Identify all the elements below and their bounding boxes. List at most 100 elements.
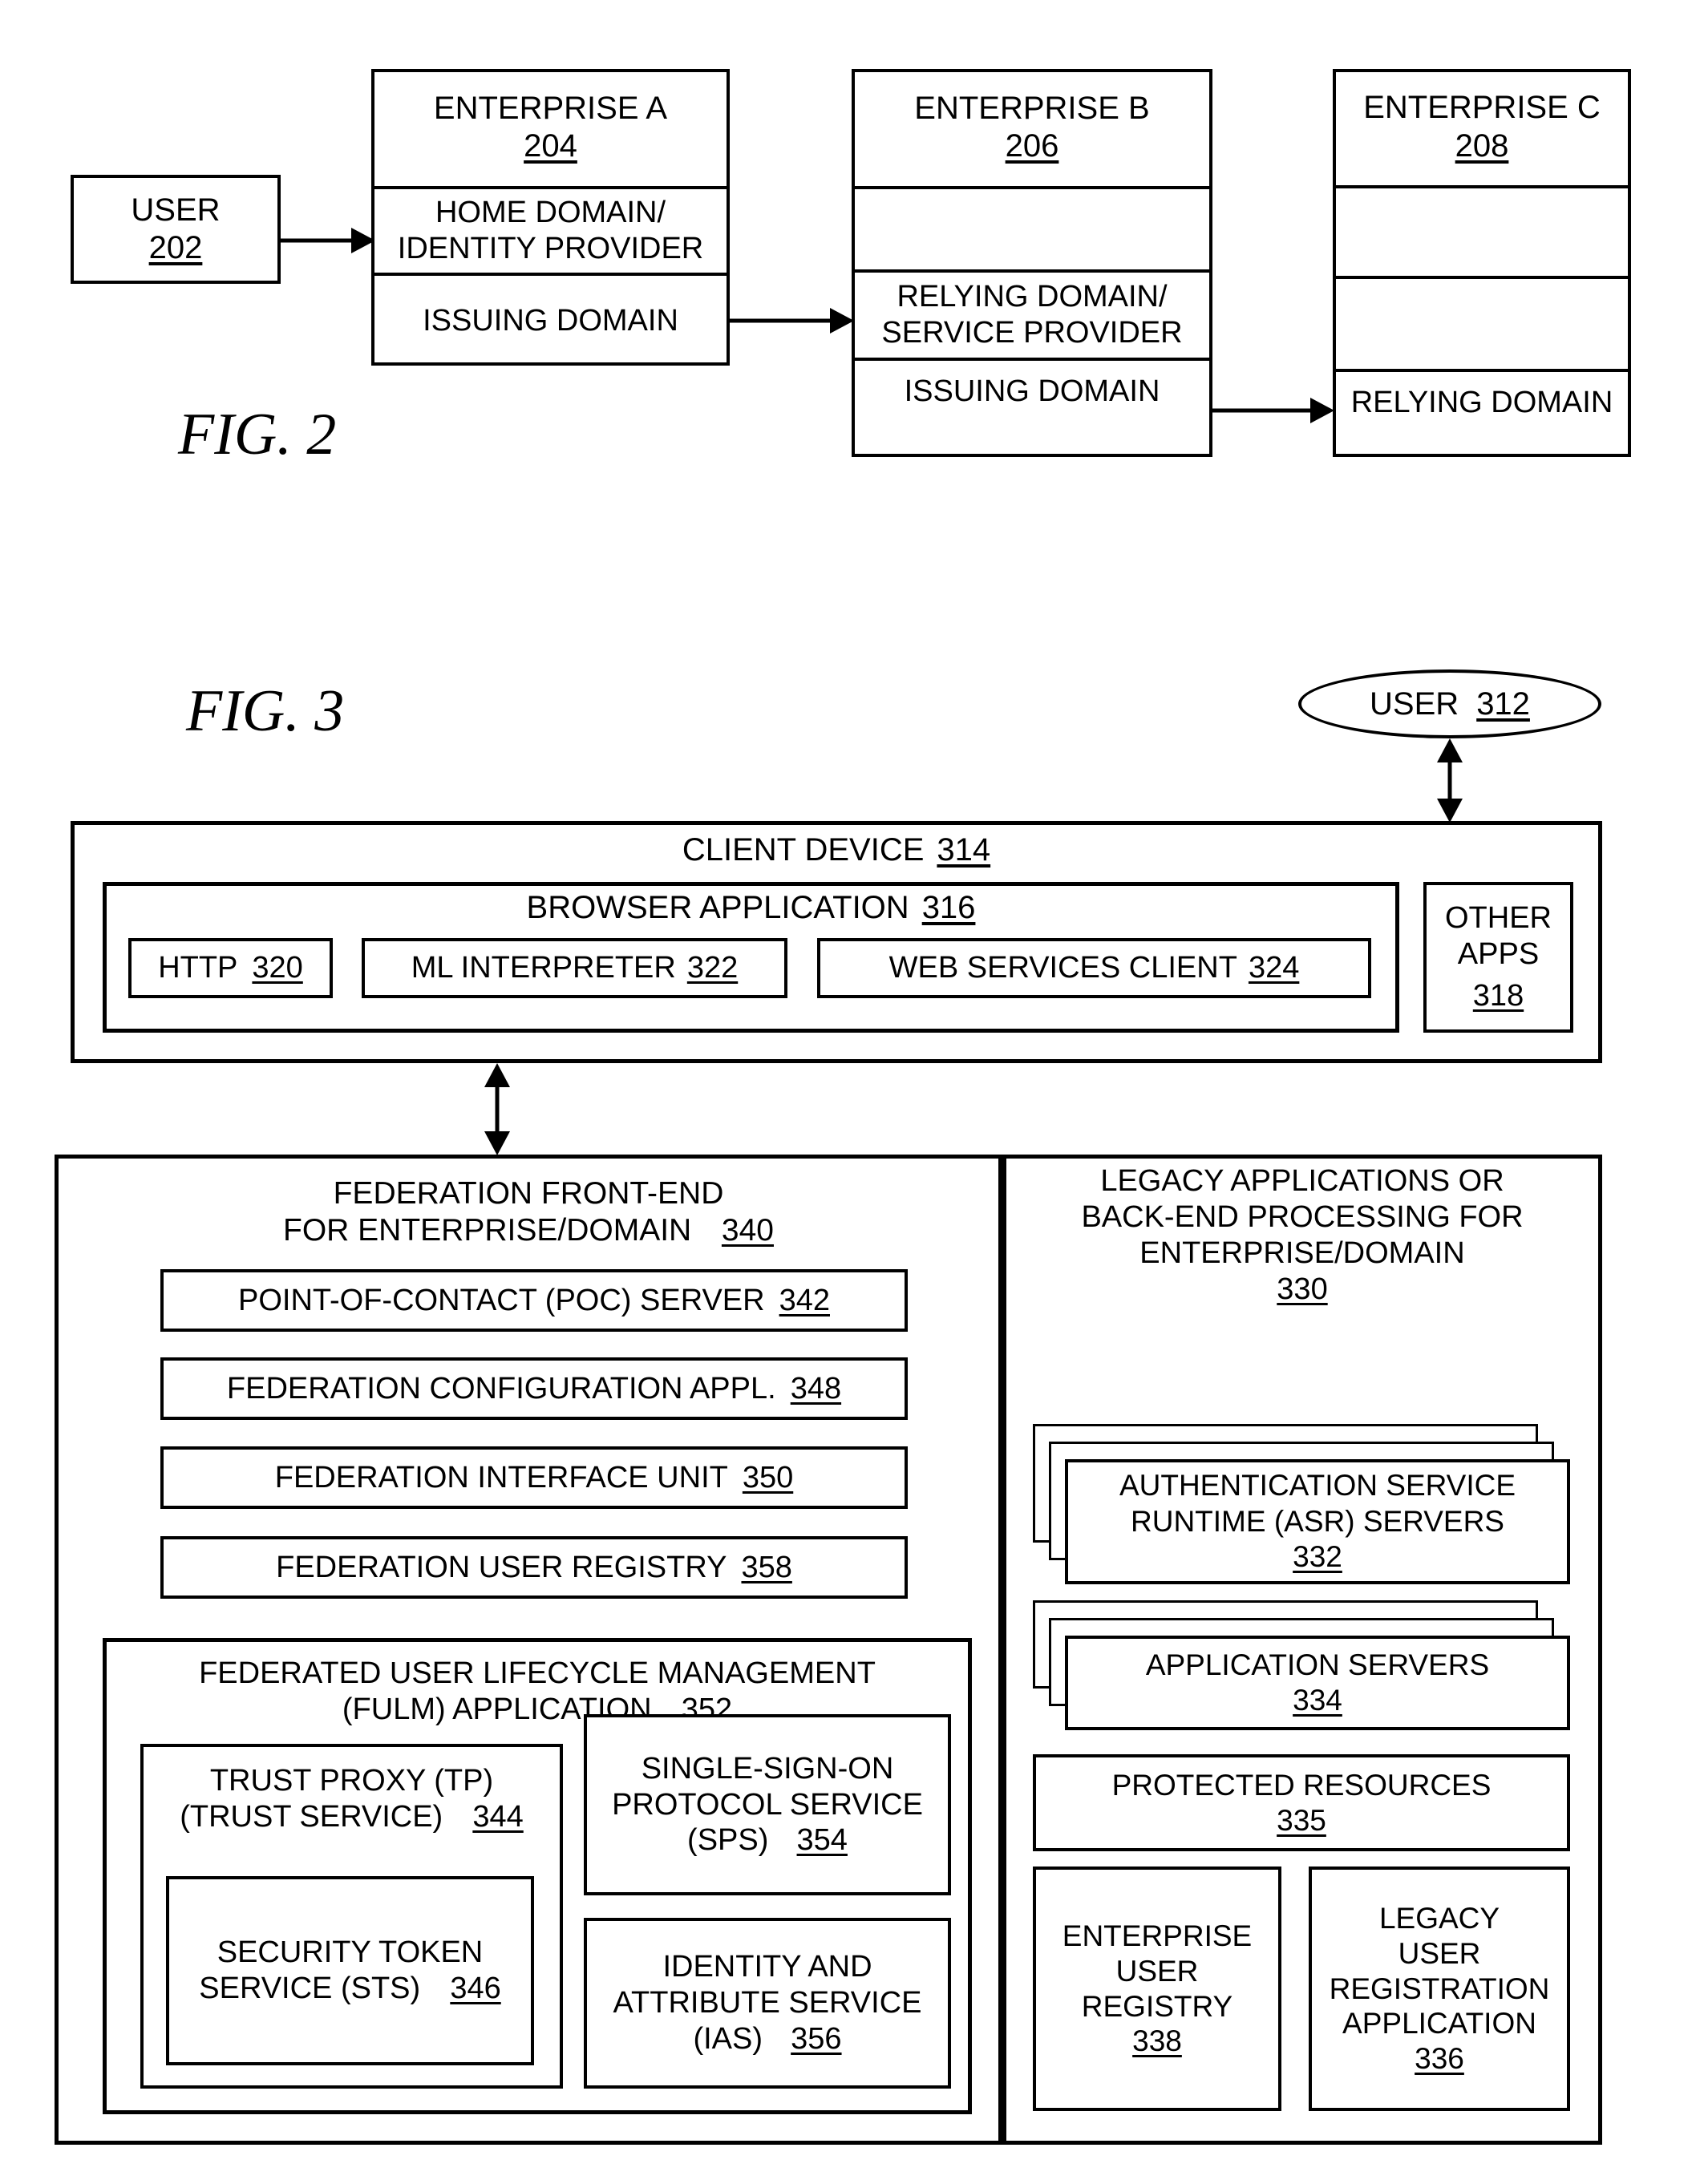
fig3-http-box: HTTP 320 bbox=[128, 938, 333, 998]
fig2-enterprise-a-row-1-line1: ISSUING DOMAIN bbox=[423, 303, 678, 338]
fig3-legacy-backend-title-line2: BACK-END PROCESSING FOR bbox=[1081, 1200, 1524, 1235]
fig2-enterprise-a-row-1: ISSUING DOMAIN bbox=[371, 276, 730, 366]
fig3-sps-line1: SINGLE-SIGN-ON bbox=[641, 1751, 894, 1786]
fig2-enterprise-b-row-1-line1: RELYING DOMAIN/ bbox=[897, 280, 1168, 314]
fig3-ias-line3-wrap: (IAS) 356 bbox=[693, 2021, 841, 2057]
fig2-enterprise-b-ref: 206 bbox=[1005, 128, 1059, 164]
fig3-user-oval: USER 312 bbox=[1298, 669, 1601, 738]
fig3-asr-servers-line2: RUNTIME (ASR) SERVERS bbox=[1131, 1504, 1504, 1538]
fig2-enterprise-c-row-1 bbox=[1333, 279, 1631, 369]
fig3-federation-interface-unit-box: FEDERATION INTERFACE UNIT 350 bbox=[160, 1446, 908, 1509]
fig3-federation-interface-unit-label: FEDERATION INTERFACE UNIT bbox=[274, 1460, 728, 1494]
fig2-label: FIG. 2 bbox=[178, 402, 337, 467]
fig3-other-apps-line1: OTHER bbox=[1445, 900, 1552, 935]
fig3-federation-front-end-title: FEDERATION FRONT-END FOR ENTERPRISE/DOMA… bbox=[55, 1172, 1002, 1252]
fig2-enterprise-a-row-0: HOME DOMAIN/ IDENTITY PROVIDER bbox=[371, 189, 730, 273]
fig3-enterprise-user-registry-line3: REGISTRY bbox=[1081, 1989, 1233, 2023]
fig3-browser-application-label: BROWSER APPLICATION bbox=[526, 890, 909, 926]
fig3-legacy-user-registration-box: LEGACY USER REGISTRATION APPLICATION 336 bbox=[1309, 1867, 1570, 2111]
fig3-sts-ref: 346 bbox=[450, 1972, 501, 2005]
fig3-browser-application-title-cell: BROWSER APPLICATION 316 bbox=[103, 885, 1399, 932]
fig3-legacy-backend-title-line3: ENTERPRISE/DOMAIN bbox=[1139, 1236, 1465, 1270]
fig3-enterprise-user-registry-line1: ENTERPRISE bbox=[1062, 1919, 1253, 1953]
fig3-browser-application-ref: 316 bbox=[921, 890, 976, 926]
fig3-user-ref: 312 bbox=[1476, 686, 1530, 722]
fig3-federation-user-registry-ref: 358 bbox=[741, 1550, 792, 1584]
fig3-federation-user-registry-label: FEDERATION USER REGISTRY bbox=[276, 1550, 727, 1584]
fig3-protected-resources-ref: 335 bbox=[1277, 1803, 1326, 1837]
fig3-application-servers-box: APPLICATION SERVERS 334 bbox=[1065, 1636, 1570, 1730]
fig3-client-device-label: CLIENT DEVICE bbox=[682, 832, 925, 868]
fig3-asr-servers-stack: AUTHENTICATION SERVICE RUNTIME (ASR) SER… bbox=[1033, 1424, 1570, 1584]
fig3-trust-proxy-line1: TRUST PROXY (TP) bbox=[209, 1764, 494, 1798]
fig3-asr-servers-box: AUTHENTICATION SERVICE RUNTIME (ASR) SER… bbox=[1065, 1459, 1570, 1584]
fig3-enterprise-user-registry-line2: USER bbox=[1115, 1954, 1199, 1988]
fig2-user-box: USER 202 bbox=[71, 175, 281, 284]
fig3-legacy-backend-title: LEGACY APPLICATIONS OR BACK-END PROCESSI… bbox=[1002, 1164, 1602, 1305]
fig3-trust-proxy-ref: 344 bbox=[472, 1799, 524, 1834]
fig3-legacy-user-registration-line4: APPLICATION bbox=[1342, 2007, 1536, 2040]
fig2-enterprise-a-title-cell: ENTERPRISE A 204 bbox=[371, 69, 730, 186]
fig3-trust-proxy-line2-wrap: (TRUST SERVICE) 344 bbox=[180, 1799, 524, 1835]
fig2-enterprise-c-row-2-line1: RELYING DOMAIN bbox=[1350, 386, 1613, 419]
fig3-http-ref: 320 bbox=[252, 951, 303, 985]
fig3-ml-interpreter-ref: 322 bbox=[686, 951, 739, 985]
fig2-enterprise-a-title: ENTERPRISE A bbox=[433, 90, 668, 126]
fig3-other-apps-ref: 318 bbox=[1472, 979, 1524, 1013]
fig3-security-token-service-box: SECURITY TOKEN SERVICE (STS) 346 bbox=[166, 1876, 534, 2065]
fig3-protected-resources-line1: PROTECTED RESOURCES bbox=[1111, 1768, 1492, 1802]
fig3-sps-line3: (SPS) bbox=[687, 1823, 769, 1858]
fig3-federation-front-end-title-line2: FOR ENTERPRISE/DOMAIN bbox=[283, 1213, 692, 1248]
fig2-enterprise-c-ref: 208 bbox=[1455, 127, 1509, 164]
fig3-fulm-title-line1: FEDERATED USER LIFECYCLE MANAGEMENT bbox=[199, 1656, 876, 1691]
fig3-federation-front-end-title-line2-wrap: FOR ENTERPRISE/DOMAIN 340 bbox=[283, 1212, 774, 1249]
fig3-ml-interpreter-label: ML INTERPRETER bbox=[411, 951, 676, 985]
fig3-ias-line1: IDENTITY AND bbox=[662, 1950, 872, 1984]
fig3-ias-line2: ATTRIBUTE SERVICE bbox=[613, 1986, 922, 2020]
fig2-enterprise-b-row-0 bbox=[852, 189, 1212, 269]
fig3-poc-server-label: POINT-OF-CONTACT (POC) SERVER bbox=[237, 1283, 765, 1317]
fig3-client-device-ref: 314 bbox=[937, 832, 991, 868]
fig3-web-services-client-ref: 324 bbox=[1248, 951, 1300, 985]
fig3-legacy-user-registration-line1: LEGACY bbox=[1378, 1902, 1500, 1935]
fig3-asr-servers-ref: 332 bbox=[1293, 1540, 1342, 1574]
fig3-legacy-user-registration-line2: USER bbox=[1398, 1937, 1481, 1971]
fig3-federation-front-end-ref: 340 bbox=[721, 1213, 774, 1248]
fig3-federation-front-end-title-line1: FEDERATION FRONT-END bbox=[333, 1175, 724, 1211]
fig3-asr-servers-line1: AUTHENTICATION SERVICE bbox=[1119, 1469, 1516, 1503]
fig2-enterprise-b-row-1: RELYING DOMAIN/ SERVICE PROVIDER bbox=[852, 273, 1212, 358]
fig3-ml-interpreter-box: ML INTERPRETER 322 bbox=[362, 938, 787, 998]
fig2-enterprise-b-row-2-line1: ISSUING DOMAIN bbox=[904, 374, 1160, 408]
fig3-sts-line2: SERVICE (STS) bbox=[199, 1972, 421, 2005]
fig3-sps-line2: PROTOCOL SERVICE bbox=[612, 1787, 923, 1822]
fig3-legacy-backend-ref: 330 bbox=[1277, 1272, 1328, 1306]
fig3-enterprise-user-registry-ref: 338 bbox=[1132, 2024, 1182, 2058]
fig3-legacy-user-registration-line3: REGISTRATION bbox=[1329, 1972, 1550, 2005]
fig3-client-device-title-cell: CLIENT DEVICE 314 bbox=[71, 826, 1602, 876]
fig3-label: FIG. 3 bbox=[186, 678, 345, 744]
fig2-enterprise-b-row-2: ISSUING DOMAIN bbox=[852, 361, 1212, 457]
fig3-sts-line2-wrap: SERVICE (STS) 346 bbox=[199, 1971, 500, 2007]
fig2-enterprise-a-row-0-line2: IDENTITY PROVIDER bbox=[397, 232, 704, 265]
fig3-sso-protocol-service-box: SINGLE-SIGN-ON PROTOCOL SERVICE (SPS) 35… bbox=[584, 1714, 951, 1895]
fig2-user-ref: 202 bbox=[148, 230, 203, 265]
fig3-federation-config-appl-label: FEDERATION CONFIGURATION APPL. bbox=[226, 1371, 776, 1405]
fig3-application-servers-stack: APPLICATION SERVERS 334 bbox=[1033, 1600, 1570, 1730]
fig3-user-label: USER bbox=[1370, 686, 1459, 722]
fig3-legacy-user-registration-ref: 336 bbox=[1415, 2041, 1464, 2075]
fig2-user-label: USER bbox=[131, 192, 221, 228]
fig3-federation-user-registry-box: FEDERATION USER REGISTRY 358 bbox=[160, 1536, 908, 1599]
fig3-federation-interface-unit-ref: 350 bbox=[742, 1460, 794, 1494]
fig2-enterprise-a-ref: 204 bbox=[524, 128, 577, 164]
fig3-poc-server-ref: 342 bbox=[779, 1283, 830, 1317]
fig2-enterprise-c-title: ENTERPRISE C bbox=[1363, 90, 1601, 126]
fig3-web-services-client-label: WEB SERVICES CLIENT bbox=[888, 951, 1237, 985]
fig2-enterprise-c-row-0 bbox=[1333, 188, 1631, 276]
fig3-web-services-client-box: WEB SERVICES CLIENT 324 bbox=[817, 938, 1371, 998]
fig2-enterprise-b-title-cell: ENTERPRISE B 206 bbox=[852, 69, 1212, 186]
fig3-identity-attribute-service-box: IDENTITY AND ATTRIBUTE SERVICE (IAS) 356 bbox=[584, 1918, 951, 2089]
fig2-enterprise-c-row-2: RELYING DOMAIN bbox=[1333, 372, 1631, 457]
fig3-federation-config-appl-ref: 348 bbox=[790, 1371, 842, 1405]
fig3-application-servers-line1: APPLICATION SERVERS bbox=[1145, 1648, 1490, 1681]
fig3-http-label: HTTP bbox=[158, 951, 238, 985]
